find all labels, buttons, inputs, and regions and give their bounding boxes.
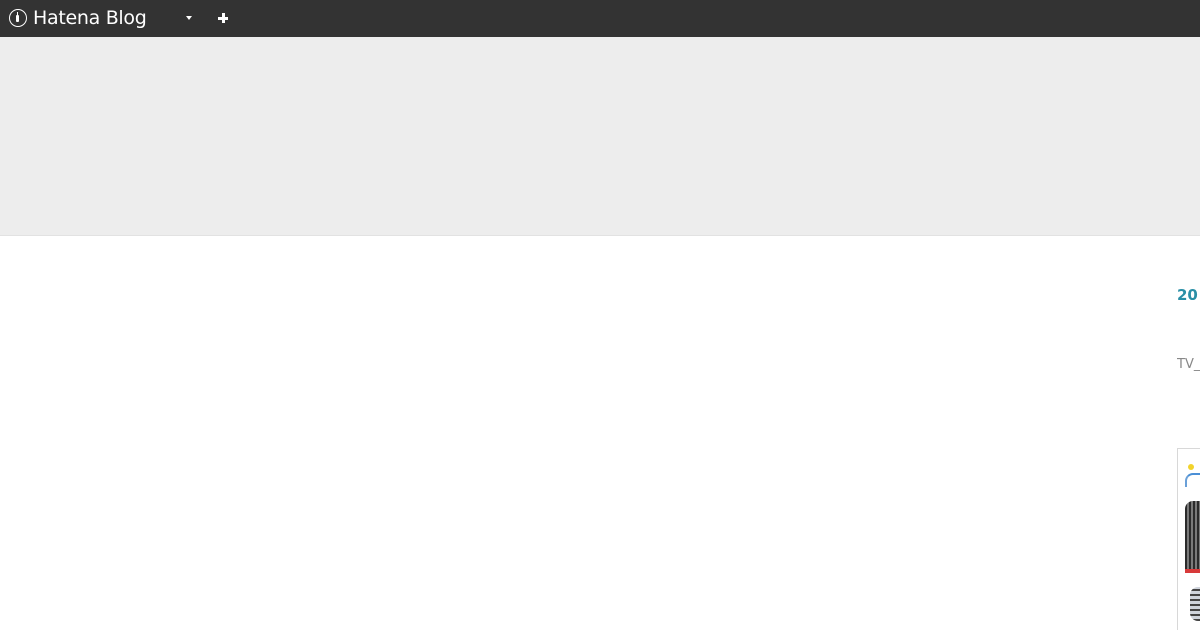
image-detail (1188, 464, 1194, 470)
ad-banner-area (0, 37, 1200, 236)
blog-entry: 20 TV_ (1177, 236, 1200, 630)
image-detail (1185, 569, 1200, 573)
hatena-blog-logo[interactable]: Hatena Blog (9, 7, 147, 29)
add-post-button[interactable] (216, 11, 230, 25)
entry-date[interactable]: 20 (1177, 286, 1198, 304)
image-detail (1185, 473, 1200, 487)
image-detail (1190, 587, 1200, 621)
hatena-logo-icon (9, 9, 27, 27)
menu-dropdown-icon[interactable] (186, 16, 192, 20)
global-header: Hatena Blog (0, 0, 1200, 37)
entry-category[interactable]: TV_ (1177, 357, 1200, 372)
image-detail (1185, 501, 1200, 571)
entry-image[interactable] (1177, 448, 1200, 630)
logo-text: Hatena Blog (33, 7, 147, 29)
